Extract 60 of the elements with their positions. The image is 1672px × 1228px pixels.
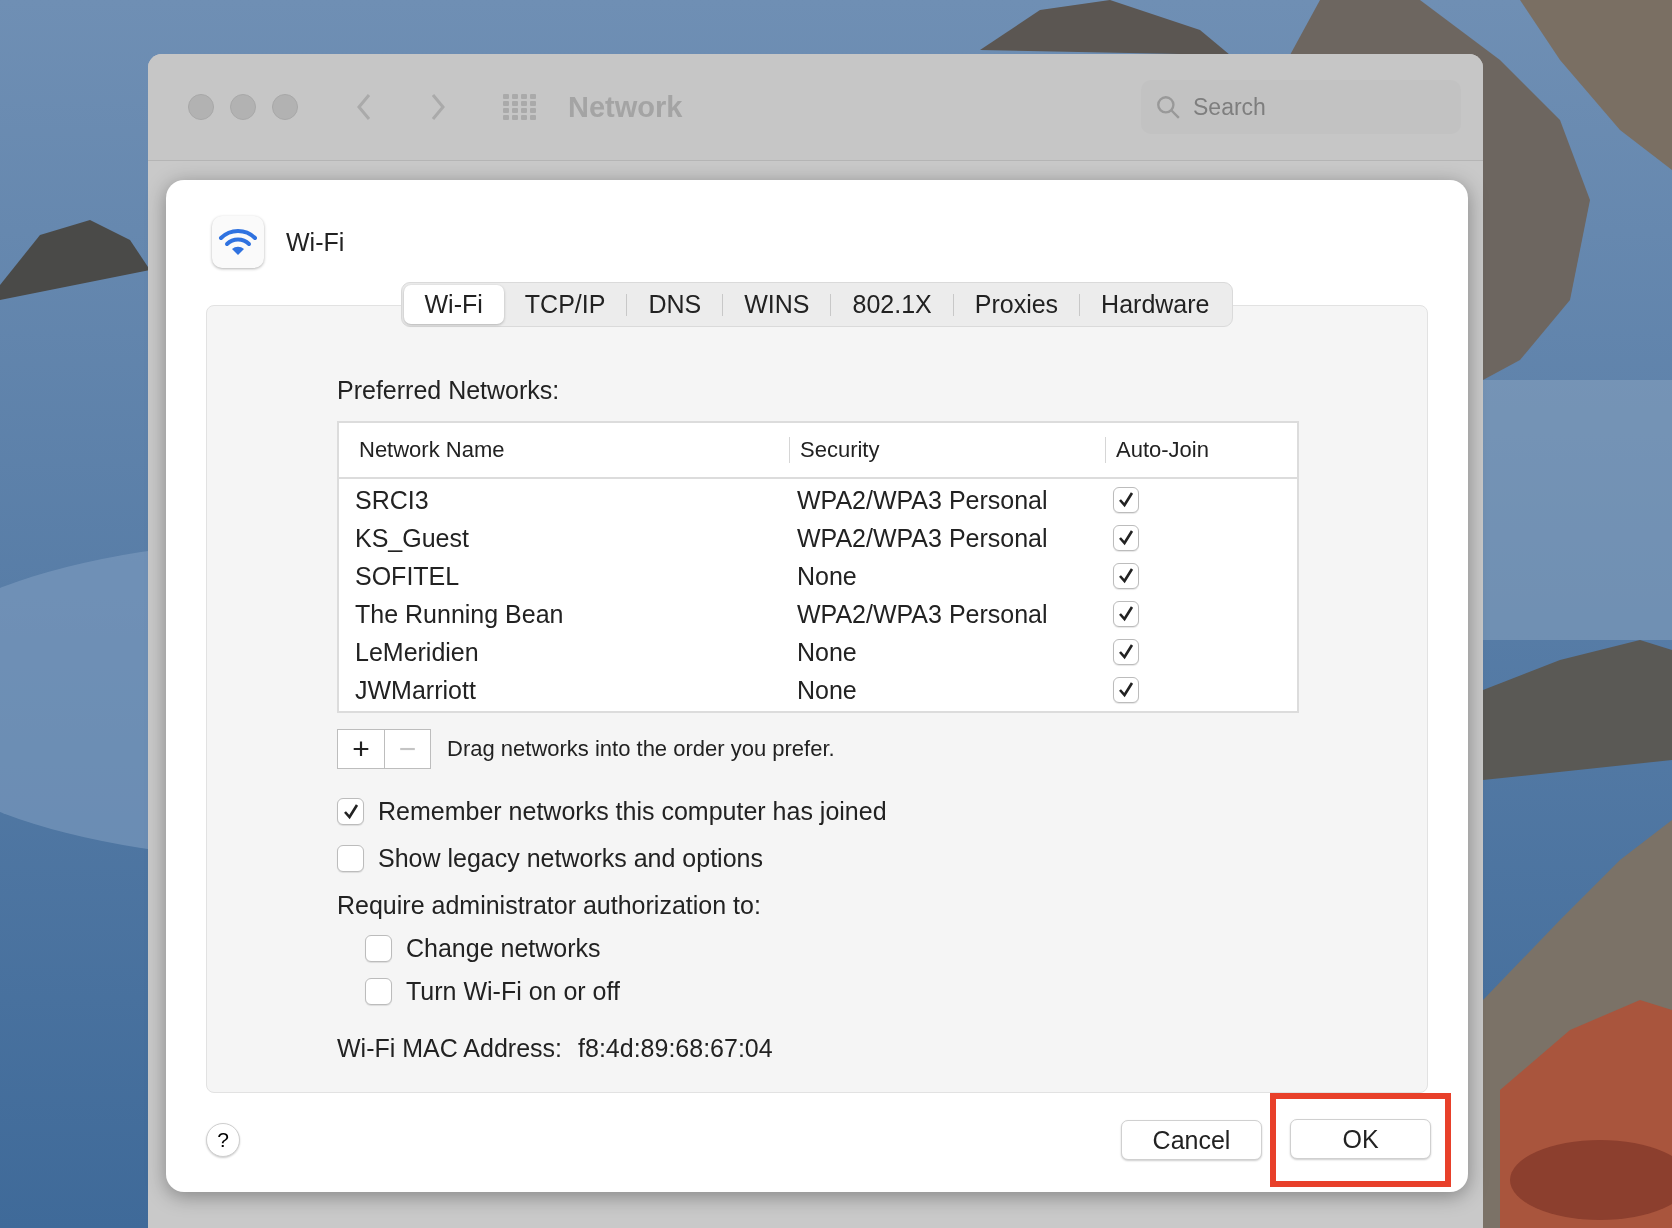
back-icon[interactable] bbox=[356, 93, 372, 121]
checkbox[interactable] bbox=[1113, 563, 1139, 589]
section-label: Require administrator authorization to: bbox=[337, 891, 762, 920]
table-cell-text: None bbox=[796, 675, 858, 705]
checkbox[interactable] bbox=[1113, 525, 1139, 551]
hint-text: Drag networks into the order you prefer. bbox=[447, 736, 835, 762]
wifi-icon bbox=[212, 216, 264, 268]
tab[interactable]: 802.1X bbox=[831, 285, 953, 324]
checkbox-label[interactable]: Show legacy networks and options bbox=[378, 844, 763, 873]
table-cell-text: None bbox=[796, 637, 858, 667]
sheet-title: Wi-Fi bbox=[286, 227, 345, 257]
checkbox[interactable] bbox=[1113, 639, 1139, 665]
checkbox-label[interactable]: Turn Wi-Fi on or off bbox=[406, 977, 620, 1006]
table-cell-text: SRCI3 bbox=[354, 485, 430, 515]
tab[interactable]: TCP/IP bbox=[503, 285, 627, 324]
table-cell-text: LeMeridien bbox=[354, 637, 480, 667]
tab[interactable]: Proxies bbox=[953, 285, 1080, 324]
close-icon[interactable] bbox=[188, 94, 214, 120]
checkbox-label[interactable]: Change networks bbox=[406, 934, 601, 963]
tab[interactable]: Hardware bbox=[1080, 285, 1231, 324]
mac-address: f8:4d:89:68:67:04 bbox=[578, 1034, 773, 1063]
minimize-icon[interactable] bbox=[230, 94, 256, 120]
zoom-icon[interactable] bbox=[272, 94, 298, 120]
mac-label: Wi-Fi MAC Address: bbox=[337, 1034, 563, 1063]
ok-button[interactable]: OK bbox=[1290, 1119, 1431, 1159]
help-button[interactable]: ? bbox=[206, 1123, 240, 1157]
table-cell-text: WPA2/WPA3 Personal bbox=[796, 599, 1049, 629]
search-field[interactable]: Search bbox=[1141, 80, 1461, 134]
checkmark-icon bbox=[1116, 642, 1136, 662]
tab[interactable]: Wi-Fi bbox=[403, 285, 504, 324]
checkbox[interactable] bbox=[1113, 601, 1139, 627]
checkbox[interactable] bbox=[1113, 677, 1139, 703]
column-header[interactable]: Network Name bbox=[339, 437, 789, 463]
checkmark-icon bbox=[1116, 604, 1136, 624]
forward-icon[interactable] bbox=[430, 93, 446, 121]
table-cell-text: WPA2/WPA3 Personal bbox=[796, 523, 1049, 553]
table-cell-text: None bbox=[796, 561, 858, 591]
column-header[interactable]: Security bbox=[789, 437, 1105, 463]
checkbox[interactable] bbox=[1113, 487, 1139, 513]
table-cell-text: The Running Bean bbox=[354, 599, 565, 629]
table-cell-text: KS_Guest bbox=[354, 523, 470, 553]
checkmark-icon bbox=[1116, 680, 1136, 700]
checkbox[interactable] bbox=[365, 978, 392, 1005]
grid-icon[interactable] bbox=[502, 93, 538, 121]
section-label: Preferred Networks: bbox=[337, 376, 561, 405]
tab[interactable]: WINS bbox=[723, 285, 831, 324]
checkbox-label[interactable]: Remember networks this computer has joined bbox=[378, 797, 887, 826]
checkmark-icon bbox=[1116, 490, 1136, 510]
search-icon bbox=[1155, 94, 1181, 120]
table-cell-text: WPA2/WPA3 Personal bbox=[796, 485, 1049, 515]
tab[interactable]: DNS bbox=[627, 285, 723, 324]
checkbox[interactable] bbox=[365, 935, 392, 962]
table-cell-text: JWMarriott bbox=[354, 675, 477, 705]
checkbox[interactable] bbox=[337, 798, 364, 825]
cancel-button[interactable]: Cancel bbox=[1121, 1120, 1262, 1160]
checkmark-icon bbox=[1116, 566, 1136, 586]
column-header[interactable]: Auto-Join bbox=[1105, 437, 1297, 463]
table-cell-text: SOFITEL bbox=[354, 561, 461, 591]
checkbox[interactable] bbox=[337, 845, 364, 872]
checkmark-icon bbox=[1116, 528, 1136, 548]
